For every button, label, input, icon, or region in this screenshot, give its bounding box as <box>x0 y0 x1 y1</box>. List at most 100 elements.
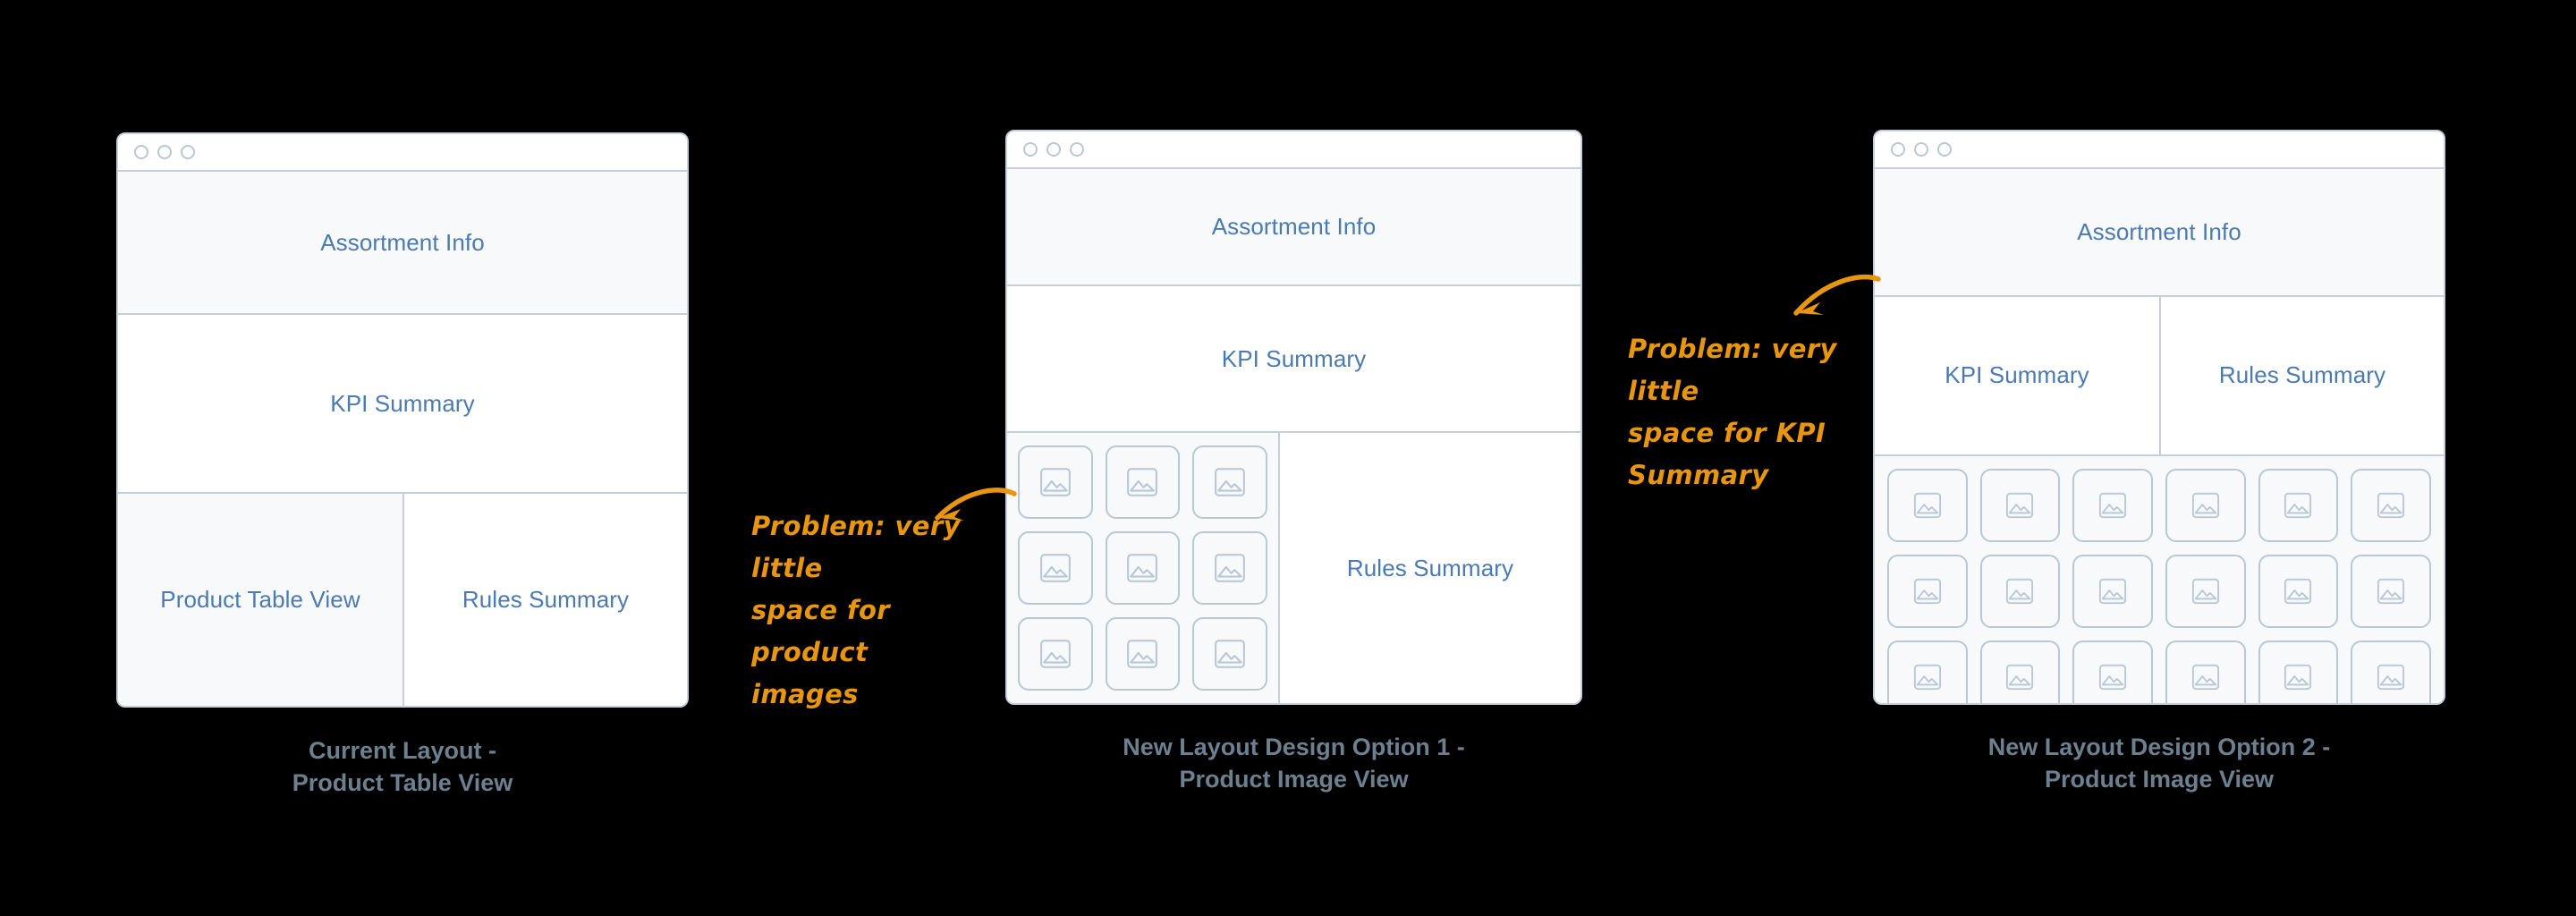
image-placeholder-icon <box>2284 578 2312 604</box>
image-placeholder-icon <box>2191 578 2219 604</box>
window-titlebar <box>118 134 687 172</box>
maximize-circle-icon[interactable] <box>1937 142 1952 157</box>
region-assortment-info[interactable]: Assortment Info <box>118 172 687 315</box>
window-titlebar <box>1875 131 2444 169</box>
maximize-circle-icon[interactable] <box>1070 142 1084 157</box>
region-rules-summary[interactable]: Rules Summary <box>404 494 687 706</box>
region-label-rules-summary: Rules Summary <box>462 586 630 613</box>
caption-current-layout: Current Layout - Product Table View <box>292 737 513 796</box>
product-image-card[interactable] <box>1105 445 1181 519</box>
region-label-kpi-summary: KPI Summary <box>1945 361 2089 389</box>
close-circle-icon[interactable] <box>1023 142 1038 157</box>
image-placeholder-icon <box>1039 554 1071 582</box>
image-placeholder-icon <box>2099 664 2127 690</box>
image-placeholder-icon <box>2377 578 2405 604</box>
image-placeholder-icon <box>1215 554 1246 582</box>
image-placeholder-icon <box>1913 664 1941 690</box>
region-product-table-view[interactable]: Product Table View <box>118 494 404 706</box>
annotation-arrow-product-images <box>935 488 1017 521</box>
image-placeholder-icon <box>2006 578 2034 604</box>
slide-canvas: Assortment Info KPI Summary Product Tabl… <box>0 0 2576 916</box>
image-placeholder-icon <box>2099 492 2127 518</box>
product-image-card[interactable] <box>1192 445 1267 519</box>
product-image-card[interactable] <box>1105 531 1181 605</box>
region-label-rules-summary: Rules Summary <box>2218 361 2386 389</box>
region-label-kpi-summary: KPI Summary <box>1221 344 1367 372</box>
product-image-card[interactable] <box>2258 554 2339 628</box>
product-image-card[interactable] <box>1887 554 1968 628</box>
product-image-card[interactable] <box>2072 640 2153 703</box>
image-placeholder-icon <box>2191 664 2219 690</box>
mock-window-current-layout: Assortment Info KPI Summary Product Tabl… <box>116 132 689 708</box>
product-image-card[interactable] <box>1192 617 1267 691</box>
product-image-card[interactable] <box>2351 468 2431 542</box>
bottom-split-row: Product Table View Rules Summary <box>118 494 687 706</box>
product-image-grid[interactable] <box>1007 433 1280 703</box>
product-image-card[interactable] <box>1018 531 1093 605</box>
product-image-card[interactable] <box>1018 617 1093 691</box>
annotation-arrow-kpi-summary <box>1793 274 1881 316</box>
product-image-card[interactable] <box>1979 640 2061 703</box>
maximize-circle-icon[interactable] <box>181 145 195 159</box>
product-image-card[interactable] <box>1018 445 1093 519</box>
image-placeholder-icon <box>1127 554 1158 582</box>
product-image-card[interactable] <box>2165 640 2246 703</box>
image-placeholder-icon <box>2099 578 2127 604</box>
mock-window-option-2: Assortment Info KPI Summary Rules Summar… <box>1873 130 2445 705</box>
image-placeholder-icon <box>1215 468 1246 496</box>
image-placeholder-icon <box>1127 468 1158 496</box>
image-placeholder-icon <box>2377 664 2405 690</box>
product-image-card[interactable] <box>1979 468 2061 542</box>
close-circle-icon[interactable] <box>134 145 148 159</box>
window-titlebar <box>1007 131 1580 169</box>
region-assortment-info[interactable]: Assortment Info <box>1875 169 2444 297</box>
region-rules-summary[interactable]: Rules Summary <box>1280 433 1580 703</box>
image-placeholder-icon <box>1039 468 1071 496</box>
minimize-circle-icon[interactable] <box>1914 142 1928 157</box>
image-placeholder-icon <box>2377 492 2405 518</box>
product-image-grid[interactable] <box>1875 455 2444 703</box>
minimize-circle-icon[interactable] <box>157 145 172 159</box>
image-placeholder-icon <box>1215 640 1246 668</box>
region-label-product-table-view: Product Table View <box>160 586 360 613</box>
product-image-card[interactable] <box>2351 554 2431 628</box>
product-image-card[interactable] <box>2072 554 2153 628</box>
product-image-card[interactable] <box>1192 531 1267 605</box>
image-placeholder-icon <box>2006 492 2034 518</box>
image-placeholder-icon <box>1127 640 1158 668</box>
region-label-assortment-info: Assortment Info <box>320 228 485 256</box>
product-image-card[interactable] <box>1887 640 1968 703</box>
close-circle-icon[interactable] <box>1891 142 1905 157</box>
mock-window-option-1: Assortment Info KPI Summary Rules Summar… <box>1005 130 1582 705</box>
region-kpi-summary[interactable]: KPI Summary <box>118 315 687 494</box>
region-label-assortment-info: Assortment Info <box>1211 213 1377 241</box>
region-label-kpi-summary: KPI Summary <box>330 389 475 417</box>
product-image-card[interactable] <box>2258 468 2339 542</box>
product-image-card[interactable] <box>2165 554 2246 628</box>
minimize-circle-icon[interactable] <box>1046 142 1061 157</box>
product-image-card[interactable] <box>1979 554 2061 628</box>
region-kpi-summary[interactable]: KPI Summary <box>1875 296 2161 454</box>
region-label-assortment-info: Assortment Info <box>2077 217 2241 245</box>
bottom-split-row: Rules Summary <box>1007 433 1580 703</box>
product-image-card[interactable] <box>2258 640 2339 703</box>
product-image-card[interactable] <box>2072 468 2153 542</box>
product-image-card[interactable] <box>2165 468 2246 542</box>
product-image-card[interactable] <box>2351 640 2431 703</box>
caption-option-2: New Layout Design Option 2 - Product Ima… <box>1987 734 2331 793</box>
product-image-card[interactable] <box>1105 617 1181 691</box>
image-placeholder-icon <box>1039 640 1071 668</box>
region-rules-summary[interactable]: Rules Summary <box>2161 296 2444 454</box>
image-placeholder-icon <box>1913 492 1941 518</box>
product-image-card[interactable] <box>1887 468 1968 542</box>
annotation-problem-kpi-summary: Problem: very little space for KPI Summa… <box>1628 334 1837 490</box>
image-placeholder-icon <box>2284 492 2312 518</box>
image-placeholder-icon <box>1913 578 1941 604</box>
summary-split-row: KPI Summary Rules Summary <box>1875 296 2444 456</box>
caption-option-1: New Layout Design Option 1 - Product Ima… <box>1123 734 1465 793</box>
image-placeholder-icon <box>2006 664 2034 690</box>
region-kpi-summary[interactable]: KPI Summary <box>1007 286 1580 433</box>
region-assortment-info[interactable]: Assortment Info <box>1007 169 1580 287</box>
image-placeholder-icon <box>2284 664 2312 690</box>
image-placeholder-icon <box>2191 492 2219 518</box>
